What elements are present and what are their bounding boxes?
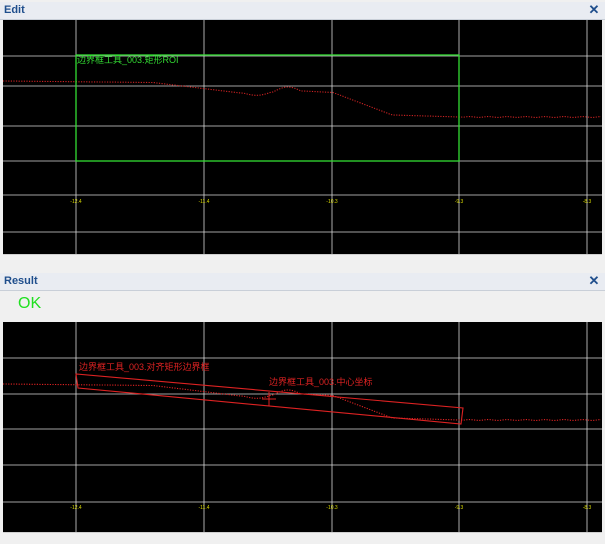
result-canvas[interactable]: 边界框工具_003.对齐矩形边界框 边界框工具_003.中心坐标 -12.4 -1… [3,322,602,534]
edit-profile-line [3,80,602,118]
result-close-icon[interactable]: ✕ [587,274,601,288]
tick-label: -10.3 [326,505,338,511]
edit-roi-label: 边界框工具_003.矩形ROI [77,54,179,65]
result-panel-header: Result ✕ [0,273,605,291]
edit-panel-header: Edit ✕ [0,2,605,20]
result-panel-title: Result [4,275,38,287]
tick-label: -9.3 [455,505,464,511]
edit-tick-labels: -12.4 -11.4 -10.3 -9.3 -8.3 [70,199,591,205]
tick-label: -8.3 [583,199,592,205]
edit-canvas[interactable]: 边界框工具_003.矩形ROI -12.4 -11.4 -10.3 -9.3 -8.3 [3,20,602,254]
tick-label: -8.3 [583,505,592,511]
tick-label: -9.3 [455,199,464,205]
tick-label: -10.3 [326,199,338,205]
tick-label: -11.4 [198,199,209,205]
result-viewport[interactable]: 边界框工具_003.对齐矩形边界框 边界框工具_003.中心坐标 -12.4 -1… [3,322,602,534]
tick-label: -11.4 [198,505,209,511]
edit-horizontal-scrollbar[interactable] [3,254,602,266]
tick-label: -12.4 [70,505,82,511]
result-tick-labels: -12.4 -11.4 -10.3 -9.3 -8.3 [70,505,591,511]
edit-panel-title: Edit [4,4,25,16]
result-box-label: 边界框工具_003.对齐矩形边界框 [79,361,210,372]
result-horizontal-scrollbar[interactable] [3,532,602,544]
edit-viewport[interactable]: 边界框工具_003.矩形ROI -12.4 -11.4 -10.3 -9.3 -8.3 [3,20,602,254]
result-grid [3,322,602,534]
tick-label: -12.4 [70,199,82,205]
result-center-label: 边界框工具_003.中心坐标 [269,376,373,387]
result-status-bar: OK [3,291,602,322]
result-status-text: OK [18,295,42,312]
edit-close-icon[interactable]: ✕ [587,3,601,17]
edit-roi-rect [75,54,460,162]
